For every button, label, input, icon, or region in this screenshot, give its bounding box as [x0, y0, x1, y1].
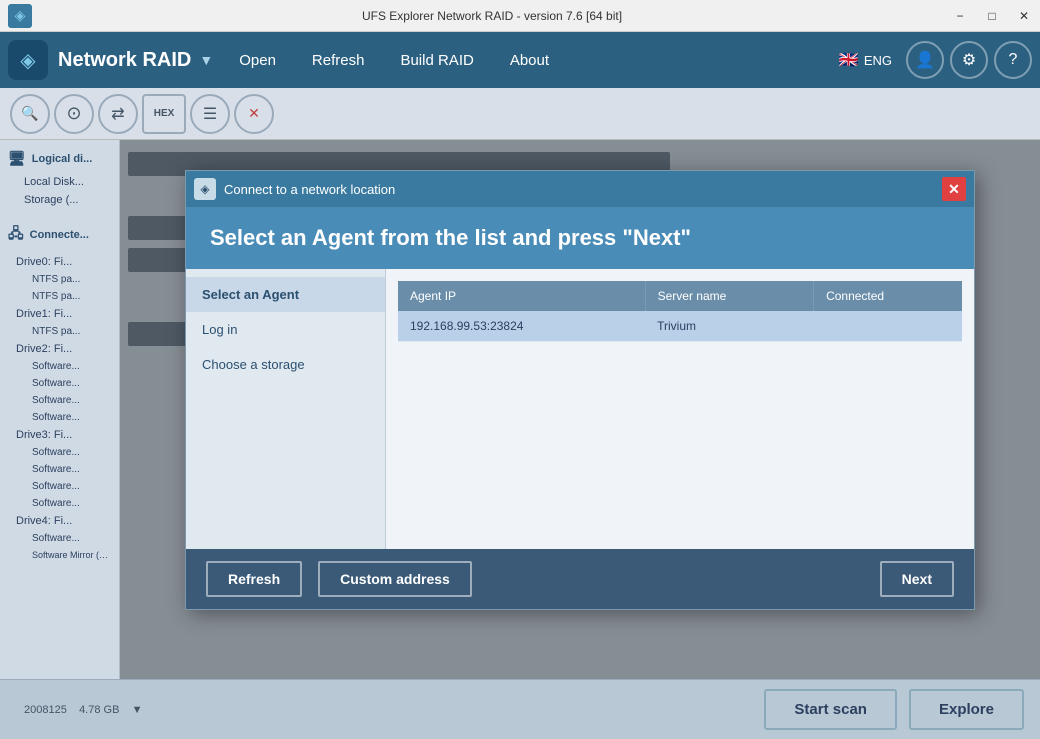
modal-agent-table-container: Agent IP Server name Connected 192.168.9…	[386, 269, 974, 549]
menu-build-raid[interactable]: Build RAID	[382, 32, 491, 88]
help-button[interactable]: ?	[994, 41, 1032, 79]
connected-header: 🖧 Connecte...	[0, 217, 119, 253]
minimize-button[interactable]: −	[944, 0, 976, 32]
sidebar-drive2-part1[interactable]: Software...	[0, 358, 119, 375]
menu-bar: ◈ Network RAID ▼ Open Refresh Build RAID…	[0, 32, 1040, 88]
explore-button[interactable]: Explore	[909, 689, 1024, 730]
menu-dropdown-arrow[interactable]: ▼	[199, 52, 213, 68]
sidebar-drive1[interactable]: Drive1: Fi...	[0, 305, 119, 323]
modal-sidebar: Select an Agent Log in Choose a storage	[186, 269, 386, 549]
col-server-name: Server name	[645, 281, 813, 311]
app-logo-icon: ◈	[15, 7, 26, 24]
modal-footer: Refresh Custom address Next	[186, 549, 974, 609]
sidebar-drive2-part3[interactable]: Software...	[0, 392, 119, 409]
title-bar: ◈ UFS Explorer Network RAID - version 7.…	[0, 0, 1040, 32]
sidebar-drive1-part1[interactable]: NTFS pa...	[0, 323, 119, 340]
sidebar-drive0-part2[interactable]: NTFS pa...	[0, 288, 119, 305]
col-agent-ip: Agent IP	[398, 281, 645, 311]
col-connected: Connected	[814, 281, 962, 311]
close-button[interactable]: ✕	[1008, 0, 1040, 32]
modal-body: Select an Agent Log in Choose a storage	[186, 269, 974, 549]
sidebar-storage[interactable]: Storage (...	[0, 191, 119, 209]
sidebar-drive0[interactable]: Drive0: Fi...	[0, 253, 119, 271]
connect-modal: ◈ Connect to a network location ✕ Select…	[185, 170, 975, 610]
language-selector[interactable]: 🇬🇧 ENG	[831, 46, 900, 74]
logo-icon: ◈	[8, 40, 48, 80]
sidebar-drive2[interactable]: Drive2: Fi...	[0, 340, 119, 358]
menu-refresh[interactable]: Refresh	[294, 32, 383, 88]
modal-overlay: ◈ Connect to a network location ✕ Select…	[120, 140, 1040, 679]
sidebar-drive4[interactable]: Drive4: Fi...	[0, 512, 119, 530]
sidebar-drive2-part2[interactable]: Software...	[0, 375, 119, 392]
sidebar-drive4-part2[interactable]: Software Mirror (SGI,YES) partition...	[0, 547, 119, 563]
connected-cell	[814, 311, 962, 342]
lang-label: ENG	[864, 53, 892, 68]
drive-tool-button[interactable]: ⊙	[54, 94, 94, 134]
maximize-button[interactable]: □	[976, 0, 1008, 32]
sidebar-drive3[interactable]: Drive3: Fi...	[0, 426, 119, 444]
sidebar-drive0-part1[interactable]: NTFS pa...	[0, 271, 119, 288]
window-title: UFS Explorer Network RAID - version 7.6 …	[40, 9, 944, 23]
server-name-cell: Trivium	[645, 311, 813, 342]
modal-close-button[interactable]: ✕	[942, 177, 966, 201]
sidebar-drive3-part2[interactable]: Software...	[0, 461, 119, 478]
agent-table: Agent IP Server name Connected 192.168.9…	[398, 281, 962, 342]
menu-open[interactable]: Open	[221, 32, 294, 88]
connected-label: Connecte...	[30, 229, 89, 241]
sidebar-drive2-part4[interactable]: Software...	[0, 409, 119, 426]
modal-custom-address-button[interactable]: Custom address	[318, 561, 472, 597]
list-tool-button[interactable]: ☰	[190, 94, 230, 134]
logical-drives-label: Logical di...	[32, 153, 93, 165]
toolbar: 🔍 ⊙ ⇄ HEX ☰ ✕	[0, 88, 1040, 140]
modal-refresh-button[interactable]: Refresh	[206, 561, 302, 597]
sidebar-drive3-part3[interactable]: Software...	[0, 478, 119, 495]
close-tool-button[interactable]: ✕	[234, 94, 274, 134]
bottom-status: 2008125 4.78 GB ▼	[16, 704, 143, 716]
main-content: 🖥 Logical di... Local Disk... Storage (.…	[0, 140, 1040, 679]
sidebar: 🖥 Logical di... Local Disk... Storage (.…	[0, 140, 120, 679]
modal-header-text: Select an Agent from the list and press …	[210, 225, 691, 250]
sidebar-drive3-part1[interactable]: Software...	[0, 444, 119, 461]
sidebar-local-disk[interactable]: Local Disk...	[0, 173, 119, 191]
menu-right-section: 🇬🇧 ENG 👤 ⚙ ?	[831, 41, 1032, 79]
modal-header: Select an Agent from the list and press …	[186, 207, 974, 269]
user-account-button[interactable]: 👤	[906, 41, 944, 79]
flag-icon: 🇬🇧	[839, 50, 859, 70]
menu-about[interactable]: About	[492, 32, 567, 88]
modal-title: Connect to a network location	[224, 182, 942, 197]
logical-drives-header: 🖥 Logical di...	[0, 144, 119, 173]
hex-tool-button[interactable]: HEX	[142, 94, 186, 134]
search-tool-button[interactable]: 🔍	[10, 94, 50, 134]
app-name: Network RAID	[58, 49, 191, 72]
app-logo: ◈ Network RAID	[8, 40, 191, 80]
settings-button[interactable]: ⚙	[950, 41, 988, 79]
right-panel: ◈ Connect to a network location ✕ Select…	[120, 140, 1040, 679]
sidebar-drive4-part1[interactable]: Software...	[0, 530, 119, 547]
window-controls: − □ ✕	[944, 0, 1040, 32]
modal-step-login[interactable]: Log in	[186, 312, 385, 347]
bottom-bar: 2008125 4.78 GB ▼ Start scan Explore	[0, 679, 1040, 739]
layer-tool-button[interactable]: ⇄	[98, 94, 138, 134]
modal-step-choose-storage[interactable]: Choose a storage	[186, 347, 385, 382]
modal-titlebar: ◈ Connect to a network location ✕	[186, 171, 974, 207]
table-row[interactable]: 192.168.99.53:23824 Trivium	[398, 311, 962, 342]
start-scan-button[interactable]: Start scan	[764, 689, 897, 730]
agent-ip-cell: 192.168.99.53:23824	[398, 311, 645, 342]
modal-step-select-agent[interactable]: Select an Agent	[186, 277, 385, 312]
modal-icon: ◈	[194, 178, 216, 200]
modal-next-button[interactable]: Next	[880, 561, 954, 597]
sidebar-drive3-part4[interactable]: Software...	[0, 495, 119, 512]
